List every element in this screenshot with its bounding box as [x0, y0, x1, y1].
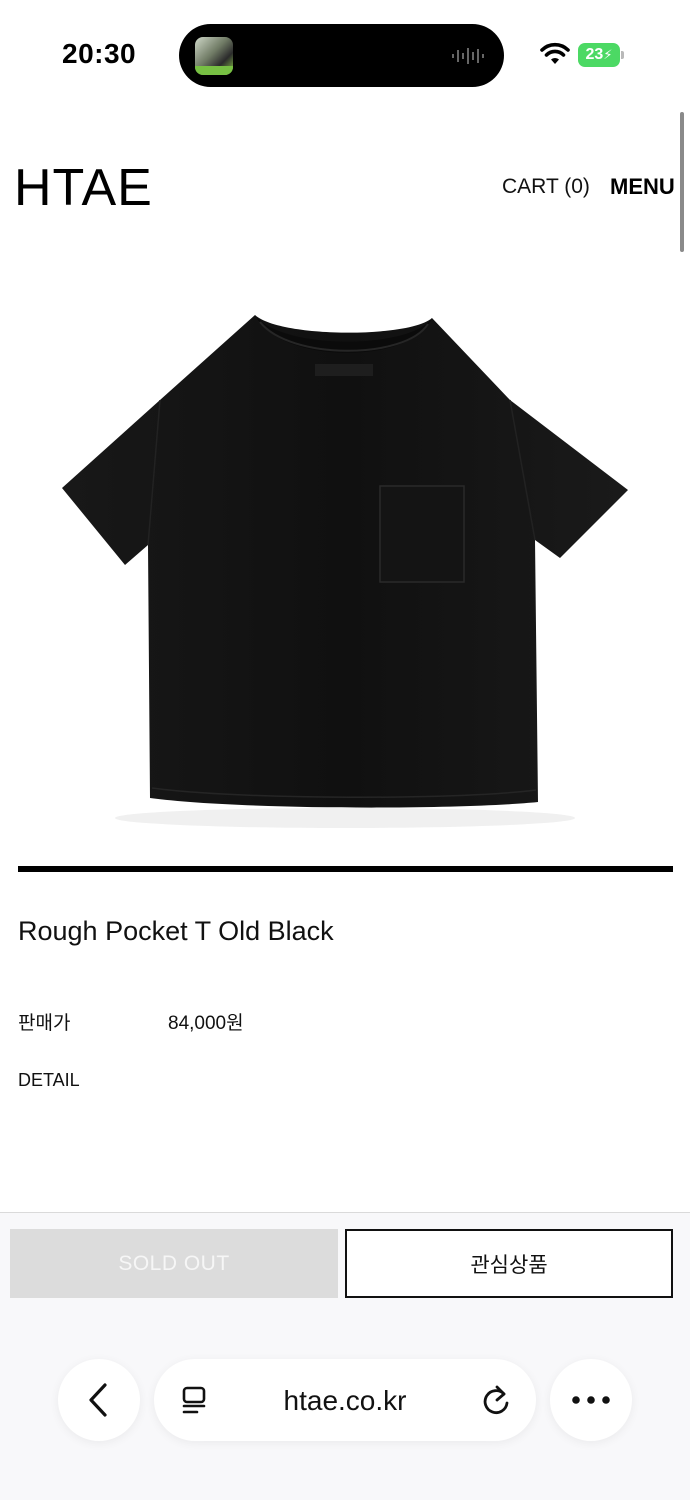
menu-button[interactable]: MENU [610, 174, 675, 200]
browser-address-bar[interactable]: htae.co.kr [154, 1359, 536, 1441]
browser-url[interactable]: htae.co.kr [154, 1385, 536, 1417]
section-divider [18, 866, 673, 872]
status-time: 20:30 [62, 38, 137, 69]
chevron-left-icon [89, 1383, 107, 1417]
site-header: HTAE CART (0) MENU [0, 150, 690, 230]
product-image[interactable] [40, 290, 650, 850]
price-label: 판매가 [18, 1013, 71, 1034]
product-title: Rough Pocket T Old Black [18, 916, 334, 946]
wifi-icon [540, 42, 570, 64]
bottom-action-bar: SOLD OUT 관심상품 [0, 1212, 690, 1500]
battery-icon: 23 ⚡ [578, 43, 624, 67]
more-icon [572, 1396, 610, 1404]
sold-out-button[interactable]: SOLD OUT [10, 1229, 338, 1298]
detail-link[interactable]: DETAIL [18, 1070, 80, 1091]
wishlist-button[interactable]: 관심상품 [345, 1229, 673, 1298]
battery-level: 23 [585, 46, 604, 63]
dynamic-island[interactable] [179, 24, 504, 87]
reload-icon[interactable] [480, 1383, 512, 1417]
now-playing-artwork [195, 37, 233, 75]
browser-more-button[interactable] [550, 1359, 632, 1441]
browser-back-button[interactable] [58, 1359, 140, 1441]
status-bar: 20:30 23 ⚡ [0, 0, 690, 100]
brand-logo[interactable]: HTAE [14, 158, 153, 218]
audio-waveform-icon [452, 48, 484, 64]
price-value: 84,000원 [168, 1013, 244, 1034]
cart-link[interactable]: CART (0) [502, 175, 590, 199]
